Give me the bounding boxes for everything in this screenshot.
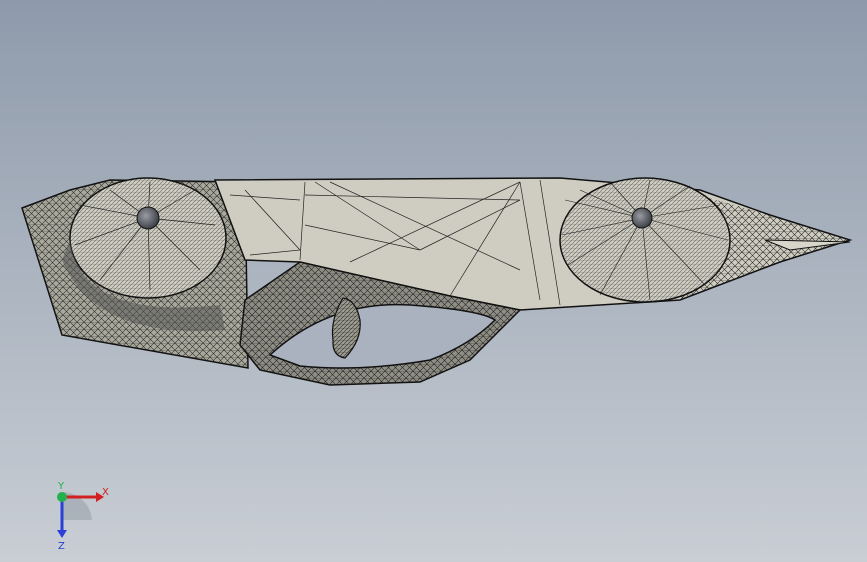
right-wheel: [559, 177, 731, 303]
x-axis-label: X: [102, 487, 109, 498]
y-axis-dot: [57, 492, 67, 502]
y-axis-label: Y: [57, 481, 65, 492]
right-wheel-hub: [631, 207, 653, 229]
z-axis-label: Z: [58, 541, 65, 550]
graphics-viewport[interactable]: X Y Z: [0, 0, 867, 562]
coordinate-triad: X Y Z: [57, 481, 109, 550]
3d-model-mesh[interactable]: [0, 0, 867, 562]
left-wheel-hub: [136, 206, 160, 230]
